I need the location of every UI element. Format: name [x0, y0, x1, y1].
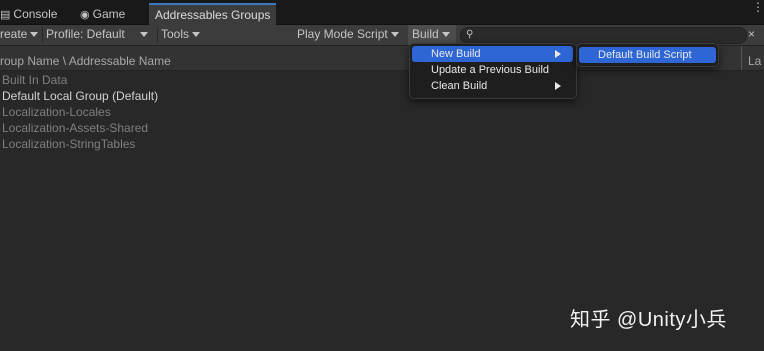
tab-game[interactable]: ◉ Game [80, 4, 125, 24]
chevron-down-icon [390, 32, 399, 38]
create-dropdown[interactable]: reate [0, 25, 39, 45]
tools-dropdown[interactable]: Tools [161, 25, 201, 45]
chevron-down-icon [192, 32, 201, 38]
chevron-down-icon [139, 32, 148, 38]
build-dropdown-label: Build [412, 25, 450, 45]
build-dropdown[interactable]: Build [408, 25, 456, 45]
more-options-icon[interactable]: ⋮ [752, 1, 764, 13]
list-item[interactable]: Localization-StringTables [2, 136, 135, 152]
new-build-submenu: Default Build Script [576, 43, 719, 67]
divider [42, 27, 43, 43]
tab-console[interactable]: ▤ Console [0, 4, 57, 24]
menu-item-new-build[interactable]: New Build [412, 46, 573, 62]
menu-item-clean-build[interactable]: Clean Build [412, 78, 573, 94]
profile-dropdown[interactable]: Profile: Default [46, 25, 148, 45]
menu-item-default-build-script[interactable]: Default Build Script [579, 47, 716, 63]
build-menu: New Build Update a Previous Build Clean … [409, 43, 577, 99]
tab-bar: ▤ Console ◉ Game Addressables Groups ⋮ [0, 0, 764, 26]
search-input[interactable]: ⚲ [460, 27, 747, 44]
gamepad-icon: ◉ [80, 9, 90, 21]
list-item[interactable]: Built In Data [2, 72, 67, 88]
menu-item-update-previous-build[interactable]: Update a Previous Build [412, 62, 573, 78]
chevron-down-icon [30, 32, 39, 38]
search-icon: ⚲ [466, 29, 474, 40]
column-header-name[interactable]: roup Name \ Addressable Name [0, 46, 171, 70]
close-icon[interactable]: × [748, 27, 755, 41]
divider [157, 27, 158, 43]
list-item[interactable]: Localization-Assets-Shared [2, 120, 148, 136]
watermark: 知乎 @Unity小兵 [570, 309, 727, 331]
chevron-down-icon [441, 32, 450, 38]
play-mode-script-dropdown[interactable]: Play Mode Script [297, 25, 399, 45]
column-header-label[interactable]: La [741, 46, 761, 70]
list-item[interactable]: Localization-Locales [2, 104, 111, 120]
chevron-right-icon [555, 50, 561, 58]
console-icon: ▤ [0, 9, 11, 21]
list-item[interactable]: Default Local Group (Default) [2, 88, 158, 104]
tab-addressables-groups[interactable]: Addressables Groups [149, 3, 277, 26]
chevron-right-icon [555, 82, 561, 90]
